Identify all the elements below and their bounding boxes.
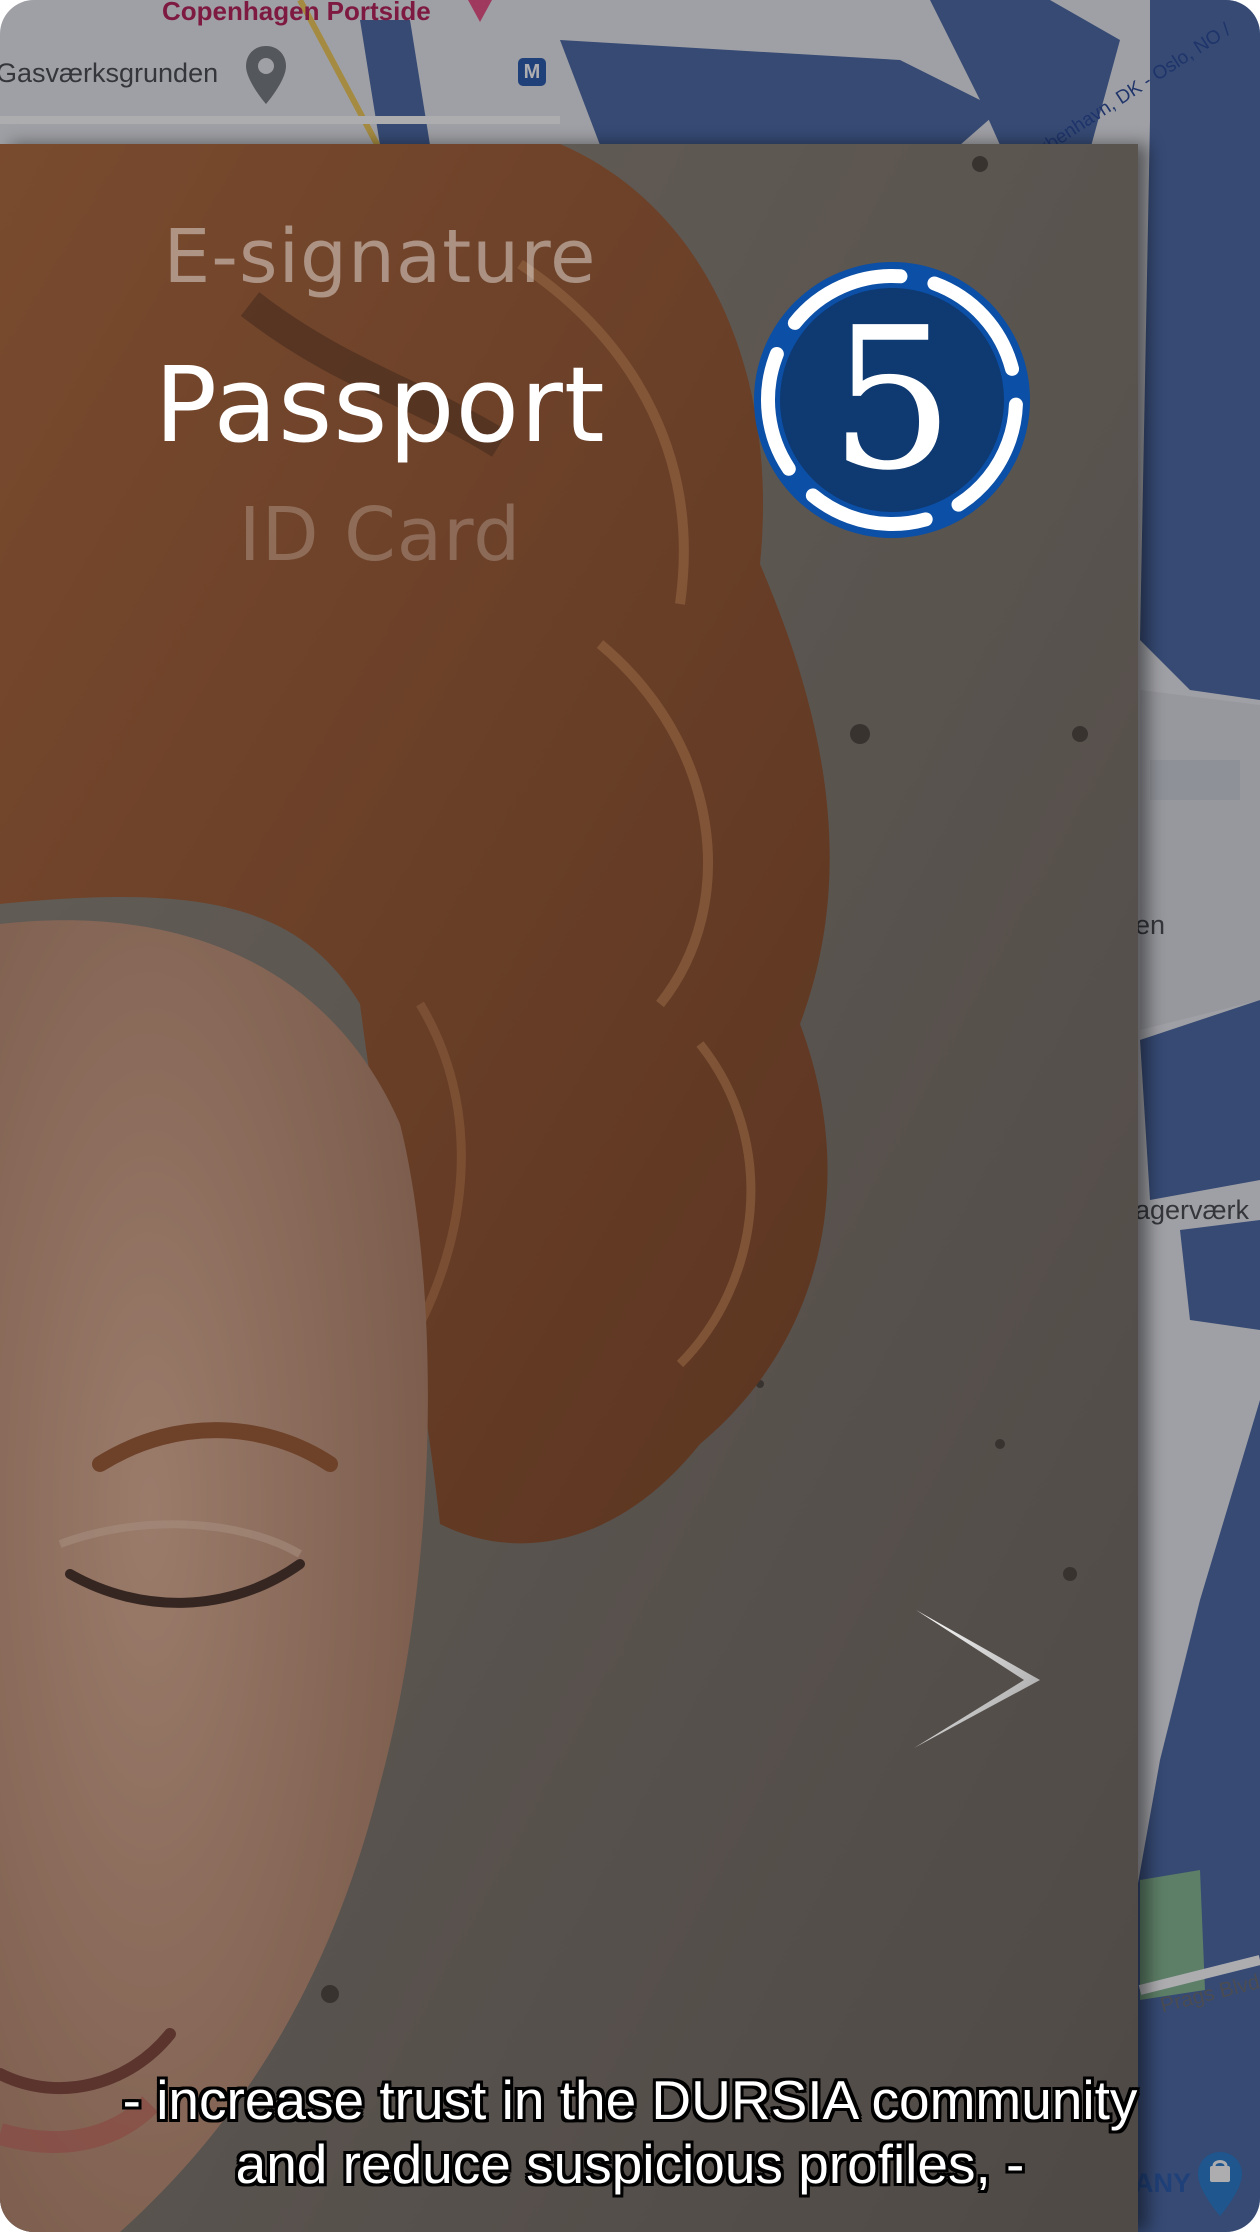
map-label-partial-agervaerk: agerværk: [1135, 1195, 1250, 1225]
subtitle-line-1: - increase trust in the DURSIA community: [122, 2069, 1138, 2131]
next-arrow-icon[interactable]: [908, 1604, 1048, 1754]
doc-type-current[interactable]: Passport: [0, 344, 760, 466]
step-number: 5: [829, 286, 955, 514]
metro-station-icon[interactable]: M: [518, 58, 546, 86]
map-label-copenhagen-portside[interactable]: Copenhagen Portside: [162, 0, 431, 27]
app-screen: Copenhagen Portside Gasværksgrunden M Kø…: [0, 0, 1260, 2232]
video-subtitle: - increase trust in the DURSIA community…: [0, 2068, 1260, 2196]
onboarding-card: E-signature Passport ID Card 5: [0, 144, 1138, 2232]
map-label-gasvaerksgrunden[interactable]: Gasværksgrunden: [0, 58, 218, 89]
map-label-partial-en: en: [1135, 910, 1166, 940]
map-pin-icon[interactable]: [466, 0, 494, 24]
place-pin-icon[interactable]: [244, 44, 288, 106]
doc-type-next[interactable]: ID Card: [0, 492, 760, 578]
doc-type-previous[interactable]: E-signature: [0, 214, 760, 300]
step-badge: 5: [748, 256, 1036, 544]
subtitle-line-2: and reduce suspicious profiles, -: [235, 2133, 1025, 2195]
